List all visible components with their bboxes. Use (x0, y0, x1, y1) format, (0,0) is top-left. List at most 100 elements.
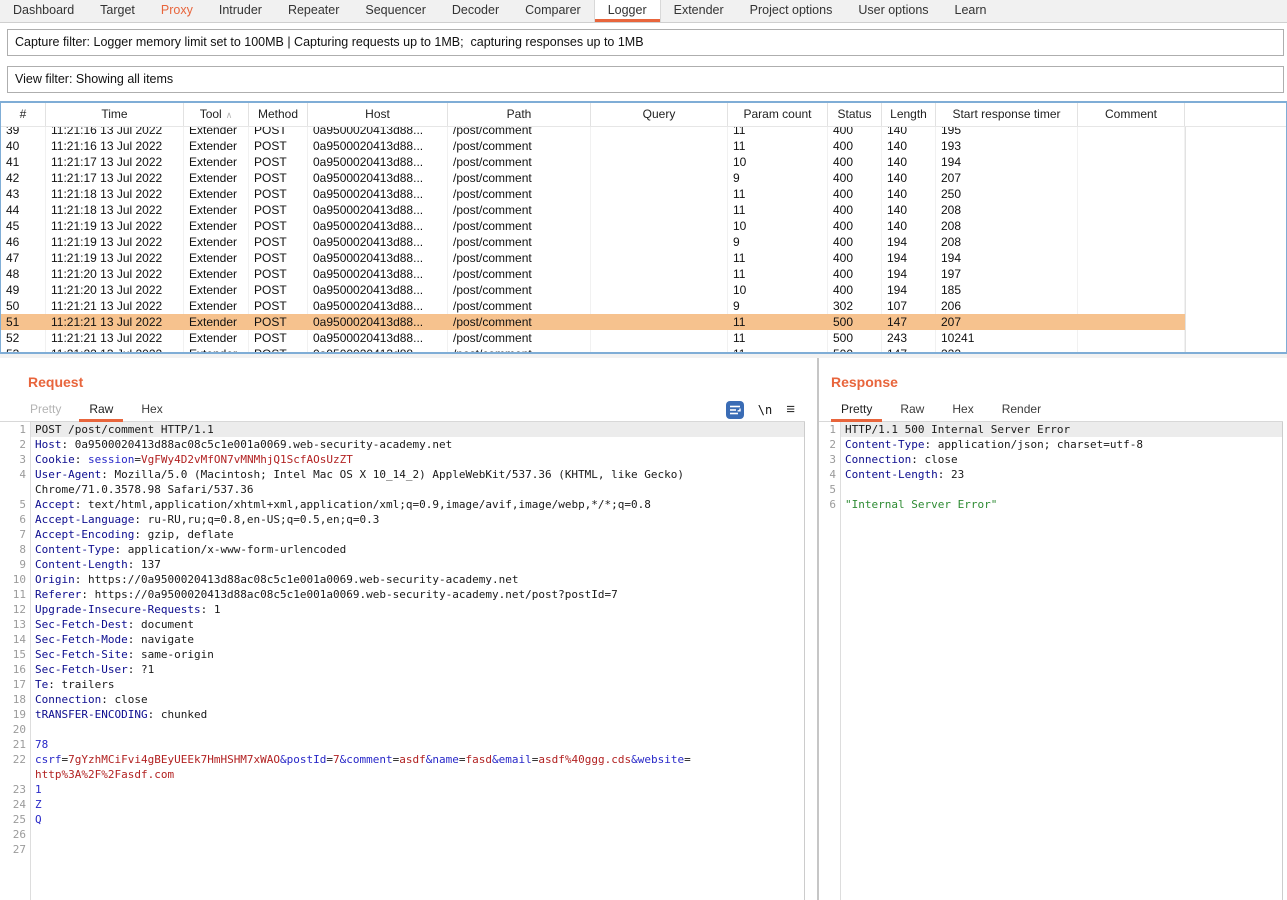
line-number: 7 (0, 527, 30, 542)
cell-comment (1078, 266, 1185, 282)
main-tab-proxy[interactable]: Proxy (148, 0, 206, 22)
editor-line: http%3A%2F%2Fasdf.com (0, 767, 804, 782)
resp-tab-render[interactable]: Render (988, 398, 1055, 422)
column-header-query[interactable]: Query (591, 103, 728, 126)
main-tab-intruder[interactable]: Intruder (206, 0, 275, 22)
log-row-49[interactable]: 4911:21:20 13 Jul 2022ExtenderPOST0a9500… (1, 282, 1185, 298)
column-header-status[interactable]: Status (828, 103, 882, 126)
main-tab-user-options[interactable]: User options (845, 0, 941, 22)
cell-start-response-timer: 193 (936, 138, 1078, 154)
line-number: 26 (0, 827, 30, 842)
column-header-start-response-timer[interactable]: Start response timer (936, 103, 1078, 126)
main-tab-project-options[interactable]: Project options (737, 0, 846, 22)
cell-status: 400 (828, 127, 882, 138)
line-number (0, 482, 30, 497)
main-tab-comparer[interactable]: Comparer (512, 0, 594, 22)
pretty-format-icon[interactable] (726, 401, 744, 419)
cell-host: 0a9500020413d88... (308, 250, 448, 266)
cell-method: POST (249, 127, 308, 138)
line-content: Content-Length: 137 (30, 557, 804, 572)
line-content: Accept-Encoding: gzip, deflate (30, 527, 804, 542)
main-tab-decoder[interactable]: Decoder (439, 0, 512, 22)
column-header-method[interactable]: Method (249, 103, 308, 126)
main-tab-extender[interactable]: Extender (661, 0, 737, 22)
req-tab-raw[interactable]: Raw (75, 398, 127, 422)
response-editor[interactable]: 1HTTP/1.1 500 Internal Server Error2Cont… (819, 422, 1283, 900)
main-tab-learn[interactable]: Learn (942, 0, 1000, 22)
column-header-path[interactable]: Path (448, 103, 591, 126)
log-row-50[interactable]: 5011:21:21 13 Jul 2022ExtenderPOST0a9500… (1, 298, 1185, 314)
log-row-41[interactable]: 4111:21:17 13 Jul 2022ExtenderPOST0a9500… (1, 154, 1185, 170)
cell-length: 194 (882, 266, 936, 282)
column-header-tool[interactable]: Tool∧ (184, 103, 249, 126)
req-tab-hex[interactable]: Hex (127, 398, 176, 422)
line-number: 2 (0, 437, 30, 452)
column-header-comment[interactable]: Comment (1078, 103, 1185, 126)
column-header-time[interactable]: Time (46, 103, 184, 126)
cell-param-count: 10 (728, 218, 828, 234)
cell-length: 194 (882, 234, 936, 250)
log-row-48[interactable]: 4811:21:20 13 Jul 2022ExtenderPOST0a9500… (1, 266, 1185, 282)
resp-tab-hex[interactable]: Hex (938, 398, 987, 422)
resp-tab-pretty[interactable]: Pretty (827, 398, 886, 422)
log-row-42[interactable]: 4211:21:17 13 Jul 2022ExtenderPOST0a9500… (1, 170, 1185, 186)
cell-param-count: 11 (728, 202, 828, 218)
cell-length: 140 (882, 218, 936, 234)
req-tab-pretty[interactable]: Pretty (16, 398, 75, 422)
cell-start-response-timer: 195 (936, 127, 1078, 138)
log-row-47[interactable]: 4711:21:19 13 Jul 2022ExtenderPOST0a9500… (1, 250, 1185, 266)
view-filter-bar[interactable]: View filter: Showing all items (7, 66, 1284, 93)
log-row-52[interactable]: 5211:21:21 13 Jul 2022ExtenderPOST0a9500… (1, 330, 1185, 346)
cell--: 46 (1, 234, 46, 250)
column-header-host[interactable]: Host (308, 103, 448, 126)
main-tab-logger[interactable]: Logger (594, 0, 661, 22)
log-row-43[interactable]: 4311:21:18 13 Jul 2022ExtenderPOST0a9500… (1, 186, 1185, 202)
cell-status: 500 (828, 346, 882, 352)
log-row-39[interactable]: 3911:21:16 13 Jul 2022ExtenderPOST0a9500… (1, 127, 1185, 138)
resp-tab-raw[interactable]: Raw (886, 398, 938, 422)
line-content: Upgrade-Insecure-Requests: 1 (30, 602, 804, 617)
cell-time: 11:21:18 13 Jul 2022 (46, 202, 184, 218)
log-row-53[interactable]: 5311:21:22 13 Jul 2022ExtenderPOST0a9500… (1, 346, 1185, 352)
cell--: 41 (1, 154, 46, 170)
main-tab-repeater[interactable]: Repeater (275, 0, 352, 22)
log-row-46[interactable]: 4611:21:19 13 Jul 2022ExtenderPOST0a9500… (1, 234, 1185, 250)
cell-query (591, 346, 728, 352)
editor-menu-icon[interactable]: ≡ (786, 403, 795, 417)
column-header-length[interactable]: Length (882, 103, 936, 126)
cell-param-count: 11 (728, 186, 828, 202)
cell-comment (1078, 250, 1185, 266)
main-tab-dashboard[interactable]: Dashboard (0, 0, 87, 22)
log-row-40[interactable]: 4011:21:16 13 Jul 2022ExtenderPOST0a9500… (1, 138, 1185, 154)
line-content: Accept: text/html,application/xhtml+xml,… (30, 497, 804, 512)
cell-method: POST (249, 138, 308, 154)
cell-time: 11:21:16 13 Jul 2022 (46, 138, 184, 154)
log-row-51[interactable]: 5111:21:21 13 Jul 2022ExtenderPOST0a9500… (1, 314, 1185, 330)
cell-param-count: 10 (728, 282, 828, 298)
cell-status: 400 (828, 234, 882, 250)
log-row-44[interactable]: 4411:21:18 13 Jul 2022ExtenderPOST0a9500… (1, 202, 1185, 218)
cell-length: 140 (882, 186, 936, 202)
cell-param-count: 11 (728, 346, 828, 352)
column-header--[interactable]: # (1, 103, 46, 126)
request-editor[interactable]: 1POST /post/comment HTTP/1.12Host: 0a950… (0, 422, 805, 900)
cell-tool: Extender (184, 127, 249, 138)
newline-icon[interactable]: \n (758, 403, 772, 417)
log-row-45[interactable]: 4511:21:19 13 Jul 2022ExtenderPOST0a9500… (1, 218, 1185, 234)
capture-filter-bar[interactable]: Capture filter: Logger memory limit set … (7, 29, 1284, 56)
line-content: Accept-Language: ru-RU,ru;q=0.8,en-US;q=… (30, 512, 804, 527)
cell-tool: Extender (184, 138, 249, 154)
cell-length: 147 (882, 314, 936, 330)
column-header-param-count[interactable]: Param count (728, 103, 828, 126)
column-label: # (20, 107, 27, 121)
cell-start-response-timer: 207 (936, 170, 1078, 186)
cell-comment (1078, 218, 1185, 234)
main-tab-target[interactable]: Target (87, 0, 148, 22)
cell-path: /post/comment (448, 250, 591, 266)
cell-query (591, 298, 728, 314)
editor-line: 2178 (0, 737, 804, 752)
cell-query (591, 170, 728, 186)
cell-status: 400 (828, 154, 882, 170)
table-scrollbar[interactable] (1185, 103, 1286, 352)
main-tab-sequencer[interactable]: Sequencer (352, 0, 438, 22)
